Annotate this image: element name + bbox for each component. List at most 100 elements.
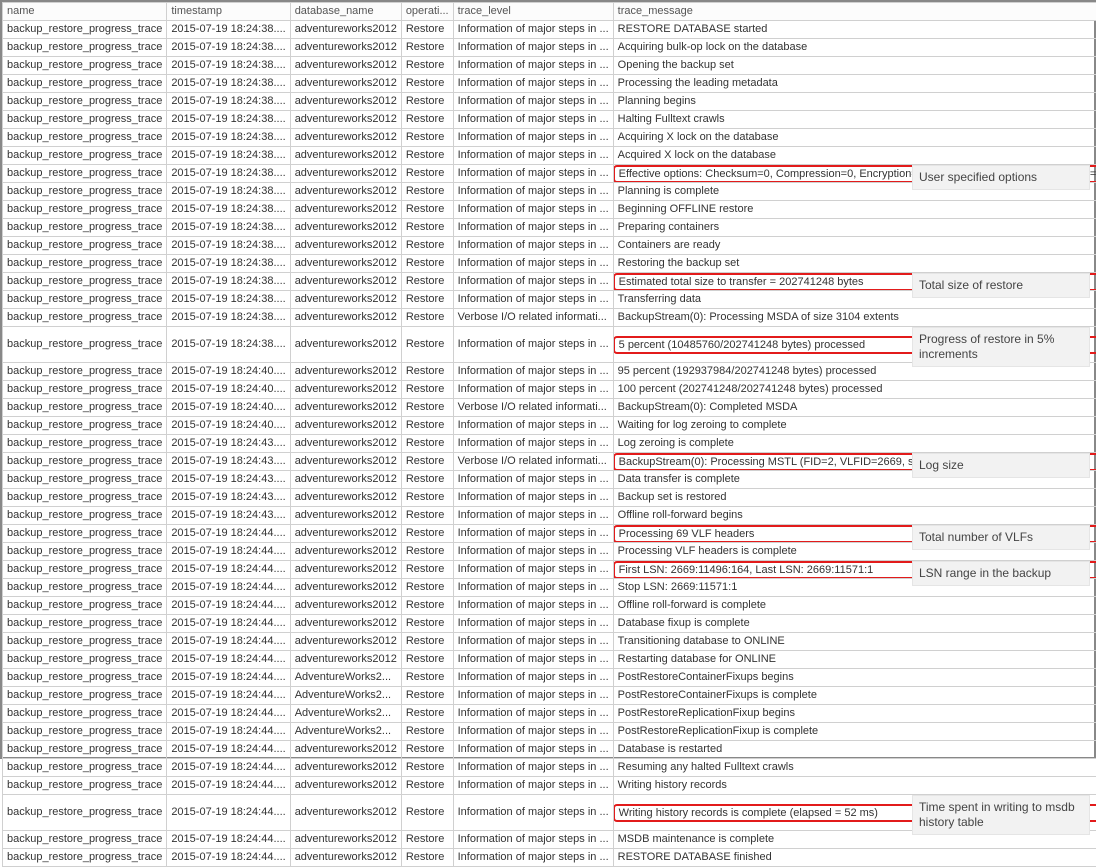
cell-db: adventureworks2012	[290, 57, 401, 75]
cell-name: backup_restore_progress_trace	[3, 507, 167, 525]
cell-level: Information of major steps in ...	[453, 147, 613, 165]
cell-ts: 2015-07-19 18:24:38....	[167, 57, 290, 75]
cell-name: backup_restore_progress_trace	[3, 417, 167, 435]
cell-level: Information of major steps in ...	[453, 183, 613, 201]
cell-level: Information of major steps in ...	[453, 255, 613, 273]
table-row[interactable]: backup_restore_progress_trace2015-07-19 …	[3, 237, 1096, 255]
trace-grid[interactable]: name timestamp database_name operati... …	[2, 2, 1096, 867]
table-row[interactable]: backup_restore_progress_trace2015-07-19 …	[3, 201, 1096, 219]
cell-ts: 2015-07-19 18:24:38....	[167, 21, 290, 39]
cell-msg: Log zeroing is complete	[613, 435, 1096, 453]
table-row[interactable]: backup_restore_progress_trace2015-07-19 …	[3, 219, 1096, 237]
cell-name: backup_restore_progress_trace	[3, 381, 167, 399]
cell-op: Restore	[401, 651, 453, 669]
table-row[interactable]: backup_restore_progress_trace2015-07-19 …	[3, 75, 1096, 93]
table-row[interactable]: backup_restore_progress_trace2015-07-19 …	[3, 669, 1096, 687]
cell-op: Restore	[401, 309, 453, 327]
cell-level: Information of major steps in ...	[453, 417, 613, 435]
table-row[interactable]: backup_restore_progress_trace2015-07-19 …	[3, 39, 1096, 57]
table-row[interactable]: backup_restore_progress_trace2015-07-19 …	[3, 57, 1096, 75]
table-row[interactable]: backup_restore_progress_trace2015-07-19 …	[3, 633, 1096, 651]
cell-level: Information of major steps in ...	[453, 273, 613, 291]
table-row[interactable]: backup_restore_progress_trace2015-07-19 …	[3, 399, 1096, 417]
cell-op: Restore	[401, 687, 453, 705]
cell-db: adventureworks2012	[290, 75, 401, 93]
cell-op: Restore	[401, 849, 453, 867]
cell-db: adventureworks2012	[290, 381, 401, 399]
cell-name: backup_restore_progress_trace	[3, 237, 167, 255]
table-row[interactable]: backup_restore_progress_trace2015-07-19 …	[3, 849, 1096, 867]
table-row[interactable]: backup_restore_progress_trace2015-07-19 …	[3, 435, 1096, 453]
cell-name: backup_restore_progress_trace	[3, 147, 167, 165]
table-row[interactable]: backup_restore_progress_trace2015-07-19 …	[3, 687, 1096, 705]
header-row: name timestamp database_name operati... …	[3, 3, 1096, 21]
col-name[interactable]: name	[3, 3, 167, 21]
trace-grid-viewport: name timestamp database_name operati... …	[0, 0, 1096, 759]
cell-name: backup_restore_progress_trace	[3, 597, 167, 615]
cell-name: backup_restore_progress_trace	[3, 759, 167, 777]
cell-name: backup_restore_progress_trace	[3, 183, 167, 201]
table-row[interactable]: backup_restore_progress_trace2015-07-19 …	[3, 615, 1096, 633]
cell-db: adventureworks2012	[290, 21, 401, 39]
cell-msg: Database is restarted	[613, 741, 1096, 759]
col-timestamp[interactable]: timestamp	[167, 3, 290, 21]
col-trace-message[interactable]: trace_message	[613, 3, 1096, 21]
cell-msg: Preparing containers	[613, 219, 1096, 237]
table-row[interactable]: backup_restore_progress_trace2015-07-19 …	[3, 651, 1096, 669]
cell-op: Restore	[401, 93, 453, 111]
table-row[interactable]: backup_restore_progress_trace2015-07-19 …	[3, 129, 1096, 147]
cell-ts: 2015-07-19 18:24:38....	[167, 291, 290, 309]
table-row[interactable]: backup_restore_progress_trace2015-07-19 …	[3, 309, 1096, 327]
table-row[interactable]: backup_restore_progress_trace2015-07-19 …	[3, 381, 1096, 399]
cell-op: Restore	[401, 291, 453, 309]
cell-db: adventureworks2012	[290, 633, 401, 651]
cell-level: Information of major steps in ...	[453, 615, 613, 633]
table-row[interactable]: backup_restore_progress_trace2015-07-19 …	[3, 147, 1096, 165]
cell-level: Information of major steps in ...	[453, 579, 613, 597]
cell-msg: Database fixup is complete	[613, 615, 1096, 633]
cell-ts: 2015-07-19 18:24:38....	[167, 327, 290, 363]
cell-op: Restore	[401, 21, 453, 39]
table-row[interactable]: backup_restore_progress_trace2015-07-19 …	[3, 255, 1096, 273]
cell-db: adventureworks2012	[290, 525, 401, 543]
table-row[interactable]: backup_restore_progress_trace2015-07-19 …	[3, 705, 1096, 723]
col-operation[interactable]: operati...	[401, 3, 453, 21]
cell-level: Information of major steps in ...	[453, 435, 613, 453]
cell-name: backup_restore_progress_trace	[3, 561, 167, 579]
table-row[interactable]: backup_restore_progress_trace2015-07-19 …	[3, 507, 1096, 525]
table-row[interactable]: backup_restore_progress_trace2015-07-19 …	[3, 597, 1096, 615]
table-row[interactable]: backup_restore_progress_trace2015-07-19 …	[3, 777, 1096, 795]
table-row[interactable]: backup_restore_progress_trace2015-07-19 …	[3, 759, 1096, 777]
cell-msg: Transitioning database to ONLINE	[613, 633, 1096, 651]
cell-db: adventureworks2012	[290, 129, 401, 147]
cell-name: backup_restore_progress_trace	[3, 687, 167, 705]
cell-op: Restore	[401, 507, 453, 525]
table-row[interactable]: backup_restore_progress_trace2015-07-19 …	[3, 111, 1096, 129]
cell-ts: 2015-07-19 18:24:44....	[167, 777, 290, 795]
cell-level: Information of major steps in ...	[453, 795, 613, 831]
cell-db: adventureworks2012	[290, 777, 401, 795]
cell-name: backup_restore_progress_trace	[3, 399, 167, 417]
table-row[interactable]: backup_restore_progress_trace2015-07-19 …	[3, 21, 1096, 39]
cell-ts: 2015-07-19 18:24:43....	[167, 453, 290, 471]
cell-db: adventureworks2012	[290, 795, 401, 831]
table-row[interactable]: backup_restore_progress_trace2015-07-19 …	[3, 741, 1096, 759]
table-row[interactable]: backup_restore_progress_trace2015-07-19 …	[3, 723, 1096, 741]
col-database-name[interactable]: database_name	[290, 3, 401, 21]
cell-db: adventureworks2012	[290, 471, 401, 489]
table-row[interactable]: backup_restore_progress_trace2015-07-19 …	[3, 489, 1096, 507]
cell-msg: BackupStream(0): Completed MSDA	[613, 399, 1096, 417]
cell-db: AdventureWorks2...	[290, 687, 401, 705]
cell-level: Information of major steps in ...	[453, 777, 613, 795]
col-trace-level[interactable]: trace_level	[453, 3, 613, 21]
cell-msg: Acquired X lock on the database	[613, 147, 1096, 165]
cell-db: adventureworks2012	[290, 147, 401, 165]
table-row[interactable]: backup_restore_progress_trace2015-07-19 …	[3, 417, 1096, 435]
table-row[interactable]: backup_restore_progress_trace2015-07-19 …	[3, 93, 1096, 111]
cell-ts: 2015-07-19 18:24:43....	[167, 435, 290, 453]
cell-ts: 2015-07-19 18:24:44....	[167, 723, 290, 741]
cell-op: Restore	[401, 327, 453, 363]
cell-msg: Containers are ready	[613, 237, 1096, 255]
callout-vlfs: Total number of VLFs	[912, 525, 1090, 550]
cell-db: adventureworks2012	[290, 417, 401, 435]
